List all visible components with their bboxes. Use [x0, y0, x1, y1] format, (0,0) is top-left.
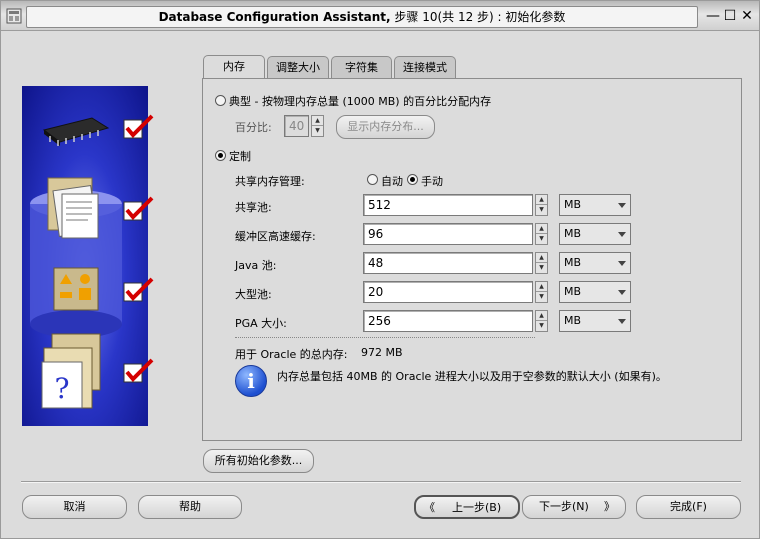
manual-radio[interactable] — [407, 174, 418, 185]
maximize-button[interactable]: ☐ — [722, 8, 738, 24]
dbca-window: Database Configuration Assistant, 步骤 10(… — [0, 0, 760, 539]
tab-character-sets[interactable]: 字符集 — [331, 56, 392, 79]
large-pool-stepper[interactable]: ▲ ▼ — [535, 281, 548, 303]
pga-size-label: PGA 大小: — [235, 317, 287, 330]
title-bar: Database Configuration Assistant, 步骤 10(… — [1, 1, 759, 31]
show-memory-distribution-button[interactable]: 显示内存分布... — [336, 115, 435, 139]
java-pool-label: Java 池: — [235, 259, 277, 272]
shared-pool-input[interactable]: 512 — [363, 194, 533, 216]
large-pool-unit-select[interactable]: MB — [559, 281, 631, 303]
buffer-cache-stepper[interactable]: ▲ ▼ — [535, 223, 548, 245]
pga-size-stepper[interactable]: ▲ ▼ — [535, 310, 548, 332]
shared-memory-management-label: 共享内存管理: — [235, 175, 305, 188]
auto-label: 自动 — [381, 175, 403, 188]
large-pool-unit: MB — [564, 285, 582, 298]
shapes-icon — [53, 267, 99, 311]
back-button-label: 上一步(B) — [452, 501, 502, 514]
shared-pool-stepper[interactable]: ▲ ▼ — [535, 194, 548, 216]
buffer-cache-label: 缓冲区高速缓存: — [235, 230, 316, 243]
buffer-cache-input[interactable]: 96 — [363, 223, 533, 245]
step-complete-check-icon — [123, 277, 154, 302]
window-title: Database Configuration Assistant, 步骤 10(… — [26, 6, 698, 28]
info-message: 内存总量包括 40MB 的 Oracle 进程大小以及用于空参数的默认大小 (如… — [277, 370, 667, 383]
help-folder-icon: ? — [41, 333, 101, 409]
custom-radio[interactable] — [215, 150, 226, 161]
dropdown-arrow-icon — [618, 232, 626, 237]
step-complete-check-icon — [123, 114, 154, 139]
title-app-name: Database Configuration Assistant, — [158, 10, 391, 24]
memory-chip-icon — [42, 117, 110, 146]
spin-down-icon[interactable]: ▼ — [536, 292, 547, 302]
spin-up-icon[interactable]: ▲ — [536, 195, 547, 205]
wizard-illustration: ? — [22, 86, 154, 426]
buffer-cache-unit-select[interactable]: MB — [559, 223, 631, 245]
tab-sizing[interactable]: 调整大小 — [267, 56, 329, 79]
documents-icon — [47, 177, 99, 239]
manual-label: 手动 — [421, 175, 443, 188]
back-arrow-icon: 《 — [424, 501, 435, 514]
tab-memory[interactable]: 内存 — [203, 55, 265, 80]
total-memory-value: 972 MB — [361, 346, 403, 359]
typical-label: 典型 - 按物理内存总量 (1000 MB) 的百分比分配内存 — [229, 95, 492, 108]
spin-up-icon[interactable]: ▲ — [536, 253, 547, 263]
back-button[interactable]: 《 上一步(B) — [414, 495, 520, 519]
spin-up-icon[interactable]: ▲ — [536, 311, 547, 321]
spin-down-icon[interactable]: ▼ — [536, 263, 547, 273]
java-pool-unit-select[interactable]: MB — [559, 252, 631, 274]
dropdown-arrow-icon — [618, 319, 626, 324]
help-button[interactable]: 帮助 — [138, 495, 242, 519]
step-complete-check-icon — [123, 358, 154, 383]
spin-up-icon[interactable]: ▲ — [536, 224, 547, 234]
svg-text:?: ? — [54, 372, 69, 405]
spin-down-icon[interactable]: ▼ — [536, 234, 547, 244]
java-pool-unit: MB — [564, 256, 582, 269]
next-button-label: 下一步(N) — [539, 500, 589, 513]
dropdown-arrow-icon — [618, 290, 626, 295]
total-memory-label: 用于 Oracle 的总内存: — [235, 348, 348, 361]
step-complete-check-icon — [123, 196, 154, 221]
tab-connection-mode[interactable]: 连接模式 — [394, 56, 456, 79]
spin-down-icon[interactable]: ▼ — [536, 205, 547, 215]
spin-down-icon[interactable]: ▼ — [312, 126, 323, 136]
finish-button[interactable]: 完成(F) — [636, 495, 741, 519]
total-divider — [235, 337, 535, 338]
pga-size-unit: MB — [564, 314, 582, 327]
shared-pool-label: 共享池: — [235, 201, 272, 214]
large-pool-input[interactable]: 20 — [363, 281, 533, 303]
buffer-cache-unit: MB — [564, 227, 582, 240]
spin-up-icon[interactable]: ▲ — [312, 116, 323, 126]
all-init-params-button[interactable]: 所有初始化参数... — [203, 449, 314, 473]
spin-up-icon[interactable]: ▲ — [536, 282, 547, 292]
next-button[interactable]: 下一步(N) 》 — [522, 495, 626, 519]
shared-pool-unit-select[interactable]: MB — [559, 194, 631, 216]
close-button[interactable]: ✕ — [739, 8, 755, 24]
next-arrow-icon: 》 — [604, 500, 615, 513]
java-pool-input[interactable]: 48 — [363, 252, 533, 274]
minimize-button[interactable]: — — [705, 8, 721, 24]
spin-down-icon[interactable]: ▼ — [536, 321, 547, 331]
dropdown-arrow-icon — [618, 261, 626, 266]
app-window-icon[interactable] — [5, 7, 23, 25]
dropdown-arrow-icon — [618, 203, 626, 208]
percent-label: 百分比: — [235, 121, 272, 134]
percent-input[interactable]: 40 — [284, 115, 309, 137]
pga-size-unit-select[interactable]: MB — [559, 310, 631, 332]
cancel-button[interactable]: 取消 — [22, 495, 127, 519]
large-pool-label: 大型池: — [235, 288, 272, 301]
title-step: 步骤 10(共 12 步) : 初始化参数 — [390, 10, 566, 24]
custom-label: 定制 — [229, 150, 251, 163]
shared-pool-unit: MB — [564, 198, 582, 211]
footer-separator — [21, 481, 741, 483]
percent-stepper[interactable]: ▲ ▼ — [311, 115, 324, 137]
info-icon: i — [235, 365, 267, 397]
pga-size-input[interactable]: 256 — [363, 310, 533, 332]
auto-radio[interactable] — [367, 174, 378, 185]
typical-radio[interactable] — [215, 95, 226, 106]
java-pool-stepper[interactable]: ▲ ▼ — [535, 252, 548, 274]
